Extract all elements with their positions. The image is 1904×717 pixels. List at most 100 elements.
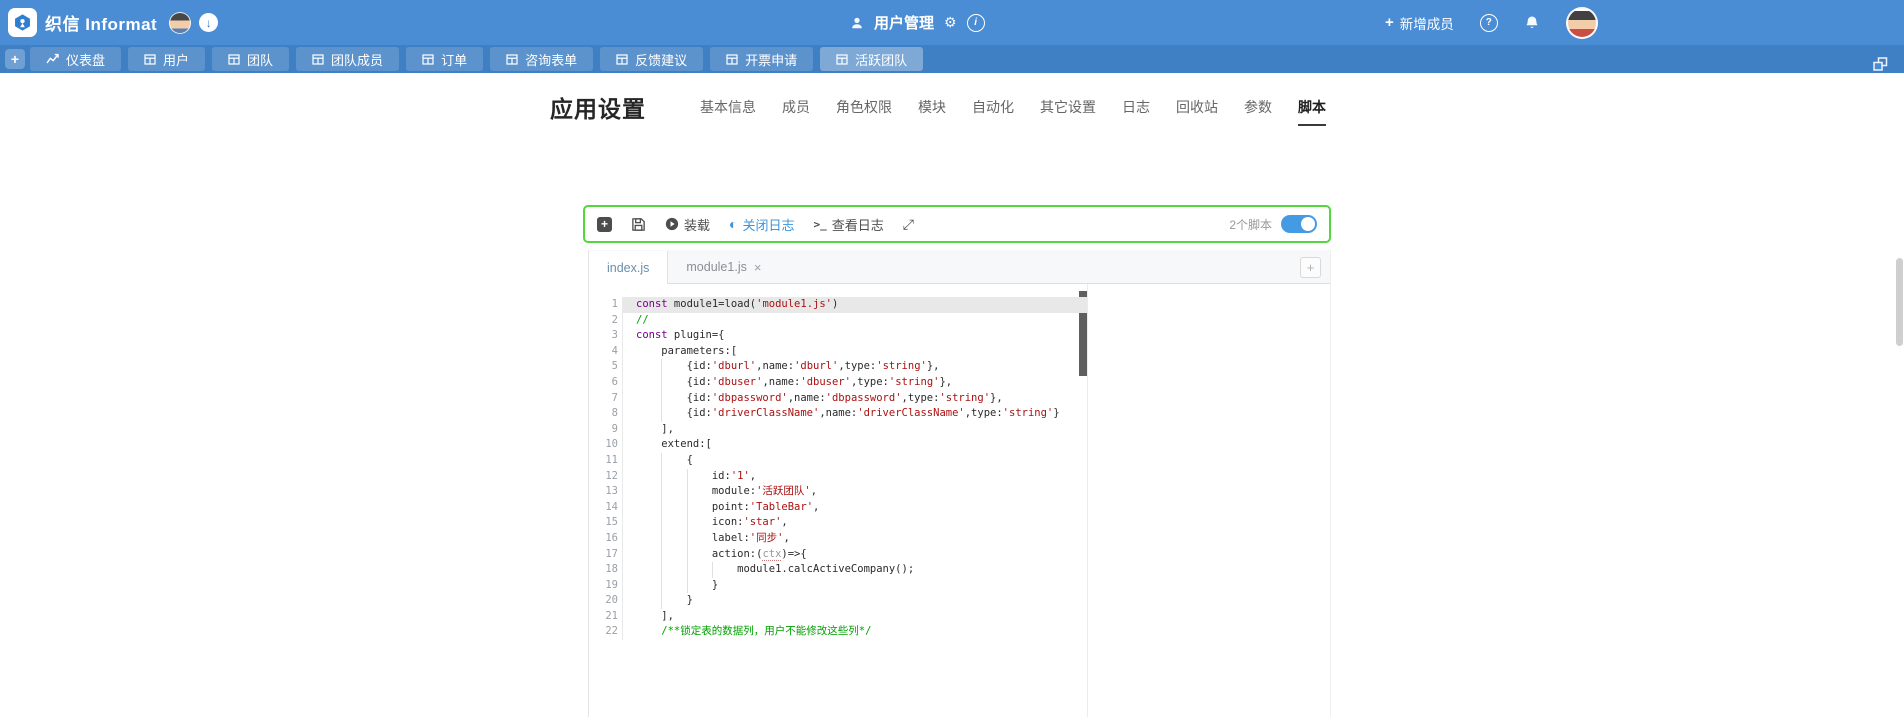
code-line-content: /**锁定表的数据列，用户不能修改这些列*/ bbox=[623, 624, 1087, 640]
code-token: 'driverClassName' bbox=[857, 407, 965, 420]
settings-tab-基本信息[interactable]: 基本信息 bbox=[700, 97, 756, 126]
download-circle-icon[interactable]: ↓ bbox=[199, 13, 219, 32]
code-token: }, bbox=[939, 375, 953, 388]
load-button[interactable]: 装载 bbox=[665, 215, 710, 234]
code-line[interactable]: 14 point:'TableBar', bbox=[589, 499, 1087, 516]
code-line[interactable]: 12 id:'1', bbox=[589, 468, 1087, 485]
workspace-avatar[interactable] bbox=[169, 11, 192, 34]
nav-tab-开票申请[interactable]: 开票申请 bbox=[710, 47, 814, 71]
code-token: const bbox=[636, 329, 668, 342]
add-module-button[interactable]: + bbox=[5, 49, 25, 69]
code-line[interactable]: 1 const module1=load('module1.js') bbox=[589, 297, 1087, 313]
settings-tab-模块[interactable]: 模块 bbox=[918, 97, 946, 126]
add-script-button[interactable]: + bbox=[597, 216, 612, 232]
gear-icon[interactable]: ⚙ bbox=[944, 14, 957, 31]
nav-tab-反馈建议[interactable]: 反馈建议 bbox=[600, 47, 704, 71]
line-chart-icon bbox=[46, 53, 59, 65]
code-line[interactable]: 6 {id:'dbuser',name:'dbuser',type:'strin… bbox=[589, 374, 1087, 391]
code-line-content: id:'1', bbox=[623, 468, 1087, 485]
page-scrollbar[interactable] bbox=[1896, 258, 1903, 346]
code-line[interactable]: 9 ], bbox=[589, 421, 1087, 438]
code-token: 'module1.js' bbox=[756, 298, 832, 310]
expand-icon: ⤢ bbox=[902, 215, 914, 232]
line-number: 9 bbox=[589, 421, 623, 438]
nav-tab-活跃团队[interactable]: 活跃团队 bbox=[820, 47, 924, 71]
settings-tab-成员[interactable]: 成员 bbox=[782, 97, 810, 126]
code-line-content: // bbox=[623, 313, 1087, 329]
code-line[interactable]: 11 { bbox=[589, 452, 1087, 469]
nav-tab-label: 团队 bbox=[247, 52, 274, 68]
nav-tab-咨询表单[interactable]: 咨询表单 bbox=[490, 47, 594, 71]
code-line[interactable]: 21 ], bbox=[589, 608, 1087, 625]
user-avatar[interactable] bbox=[1565, 6, 1598, 39]
editor-tabbar: index.js module1.js × + bbox=[589, 250, 1330, 284]
nav-tab-团队成员[interactable]: 团队成员 bbox=[296, 47, 400, 71]
settings-tab-其它设置[interactable]: 其它设置 bbox=[1040, 97, 1096, 126]
nav-tab-团队[interactable]: 团队 bbox=[212, 47, 290, 71]
code-line[interactable]: 20 } bbox=[589, 593, 1087, 609]
code-line[interactable]: 7 {id:'dbpassword',name:'dbpassword',typ… bbox=[589, 390, 1087, 407]
code-token: '活跃团队' bbox=[756, 485, 811, 498]
code-token: 'dbpassword' bbox=[711, 391, 788, 404]
app-logo-icon[interactable] bbox=[8, 8, 37, 37]
settings-tab-角色权限[interactable]: 角色权限 bbox=[836, 97, 892, 126]
code-token: 'dbuser' bbox=[711, 375, 763, 388]
code-line[interactable]: 10 extend:[ bbox=[589, 437, 1087, 453]
code-line[interactable]: 5 {id:'dburl',name:'dburl',type:'string'… bbox=[589, 359, 1087, 375]
load-label: 装载 bbox=[684, 217, 711, 233]
settings-tab-自动化[interactable]: 自动化 bbox=[972, 97, 1014, 126]
scripts-toggle[interactable] bbox=[1281, 215, 1317, 233]
code-token: , bbox=[781, 516, 788, 529]
code-token: {id: bbox=[636, 391, 712, 404]
table-icon bbox=[836, 53, 848, 65]
code-area[interactable]: 1 const module1=load('module1.js') 2//3 con… bbox=[589, 284, 1088, 717]
close-icon[interactable]: × bbox=[754, 260, 762, 275]
code-line[interactable]: 18 module1.calcActiveCompany(); bbox=[589, 562, 1087, 578]
code-token: 'driverClassName' bbox=[711, 407, 820, 420]
code-token: } bbox=[1053, 407, 1060, 420]
code-line[interactable]: 17 action:(ctx)=>{ bbox=[589, 546, 1087, 563]
indent-guide bbox=[686, 484, 688, 500]
code-line[interactable]: 13 module:'活跃团队', bbox=[589, 484, 1087, 500]
code-line[interactable]: 19 } bbox=[589, 577, 1087, 594]
settings-tab-参数[interactable]: 参数 bbox=[1244, 97, 1272, 126]
nav-tab-label: 活跃团队 bbox=[855, 52, 908, 68]
add-file-button[interactable]: + bbox=[1300, 257, 1321, 278]
nav-tab-label: 咨询表单 bbox=[525, 52, 578, 68]
nav-tab-用户[interactable]: 用户 bbox=[128, 47, 206, 71]
code-line[interactable]: 4 parameters:[ bbox=[589, 343, 1087, 360]
settings-tab-回收站[interactable]: 回收站 bbox=[1176, 97, 1218, 126]
add-member-button[interactable]: + 新增成员 bbox=[1385, 13, 1454, 33]
line-number: 12 bbox=[589, 468, 623, 485]
code-line[interactable]: 16 label:'同步', bbox=[589, 530, 1087, 547]
close-log-label: 关闭日志 bbox=[742, 217, 795, 233]
code-line[interactable]: 22 /**锁定表的数据列，用户不能修改这些列*/ bbox=[589, 624, 1087, 641]
plus-icon: + bbox=[1385, 14, 1394, 31]
editor-tab-module1.js[interactable]: module1.js × bbox=[668, 251, 779, 283]
code-line[interactable]: 3 const plugin={ bbox=[589, 328, 1087, 344]
help-icon[interactable]: ? bbox=[1479, 13, 1498, 32]
save-button[interactable] bbox=[631, 217, 646, 232]
close-log-button[interactable]: ◐ 关闭日志 bbox=[729, 215, 794, 234]
line-number: 1 bbox=[589, 297, 623, 313]
script-count: 2个脚本 bbox=[1229, 217, 1272, 232]
code-line[interactable]: 8 {id:'driverClassName',name:'driverClas… bbox=[589, 406, 1087, 422]
nav-tab-订单[interactable]: 订单 bbox=[406, 47, 484, 71]
bell-icon[interactable] bbox=[1524, 15, 1540, 31]
code-token: plugin={ bbox=[667, 329, 725, 342]
code-token: 'string' bbox=[939, 391, 991, 404]
code-line[interactable]: 15 icon:'star', bbox=[589, 515, 1087, 531]
info-icon[interactable]: i bbox=[966, 13, 985, 32]
settings-tab-日志[interactable]: 日志 bbox=[1122, 97, 1150, 126]
indent-guide bbox=[661, 406, 663, 422]
code-token: }, bbox=[990, 391, 1003, 404]
code-line[interactable]: 2 // bbox=[589, 312, 1087, 329]
view-log-button[interactable]: >_ 查看日志 bbox=[814, 215, 884, 234]
line-number: 4 bbox=[589, 343, 623, 360]
script-toolbar: + 装载 ◐ 关闭日志 >_ 查看日志 ⤢ 2个脚本 bbox=[583, 205, 1331, 243]
nav-tab-仪表盘[interactable]: 仪表盘 bbox=[30, 47, 122, 71]
fullscreen-button[interactable]: ⤢ bbox=[903, 216, 914, 233]
settings-tab-脚本[interactable]: 脚本 bbox=[1298, 97, 1326, 126]
editor-tab-index.js[interactable]: index.js bbox=[589, 251, 669, 284]
multi-window-icon[interactable] bbox=[1872, 56, 1889, 77]
